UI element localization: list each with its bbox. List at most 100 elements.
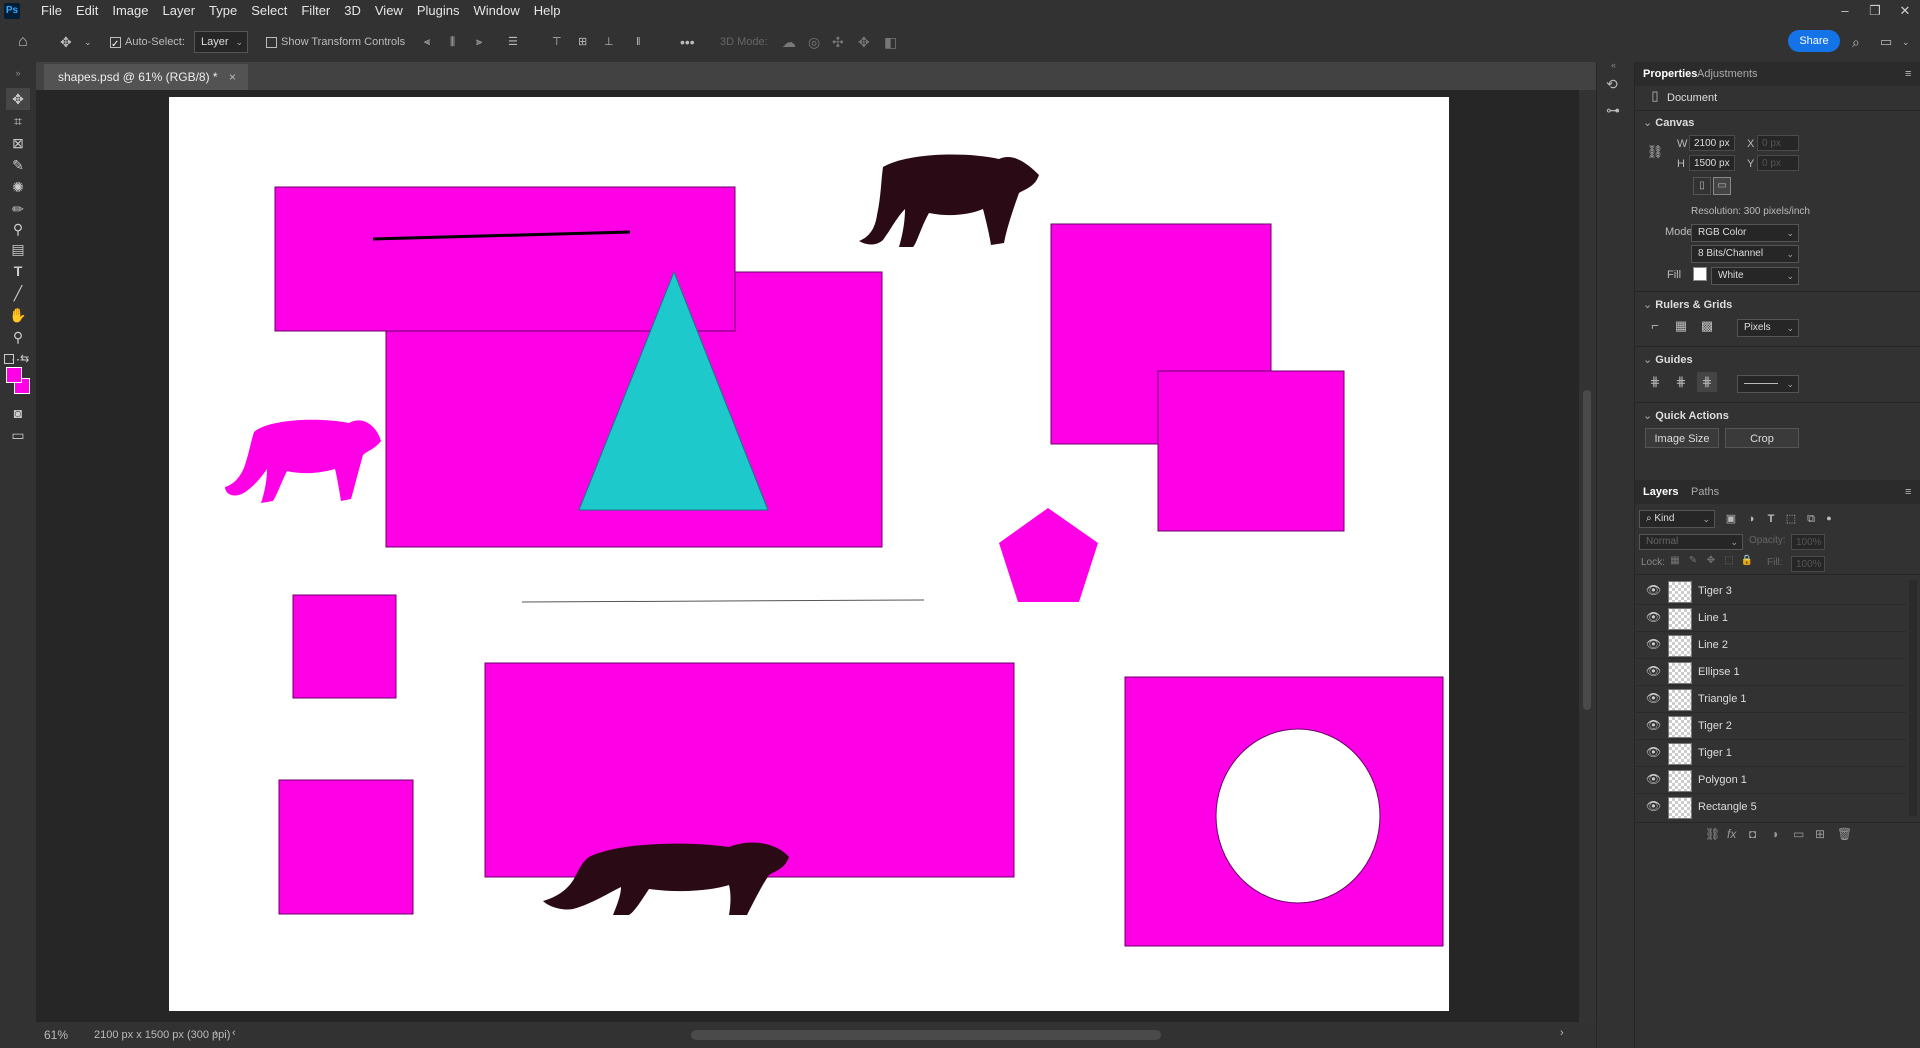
brush-tool-icon[interactable]: ✏	[6, 198, 30, 220]
filter-toggle-icon[interactable]: ●	[1819, 508, 1839, 528]
rulers-grids-section-title[interactable]: Rulers & Grids	[1643, 298, 1732, 311]
lock-artboard-icon[interactable]: ⬚	[1719, 551, 1739, 571]
align-top-icon[interactable]: ⊤	[552, 31, 562, 53]
type-tool-icon[interactable]: T	[6, 260, 30, 282]
screen-mode-icon[interactable]: ▭	[6, 424, 30, 446]
distribute-icon[interactable]: ☰	[508, 31, 518, 53]
ruler-icon[interactable]: ⌐	[1645, 316, 1665, 336]
adjustment-layer-icon[interactable]: ◑	[1771, 827, 1778, 841]
color-mode-dropdown[interactable]: RGB Color ⌄	[1691, 224, 1799, 242]
layer-row[interactable]: 👁 Tiger 3	[1636, 578, 1906, 605]
layer-row[interactable]: 👁 Triangle 1	[1636, 686, 1906, 713]
height-input[interactable]: 1500 px	[1689, 155, 1735, 171]
ruler-units-dropdown[interactable]: Pixels ⌄	[1737, 319, 1799, 337]
tab-paths[interactable]: Paths	[1691, 480, 1719, 504]
history-panel-icon[interactable]: ⟲	[1606, 76, 1626, 96]
portrait-orientation-icon[interactable]: ▯	[1693, 177, 1711, 195]
share-button[interactable]: Share	[1788, 30, 1840, 52]
tiger-1[interactable]	[225, 419, 381, 503]
polygon-1[interactable]	[999, 508, 1098, 602]
opacity-input[interactable]: 100%	[1791, 534, 1825, 550]
landscape-orientation-icon[interactable]: ▭	[1713, 177, 1731, 195]
layers-menu-icon[interactable]: ≡	[1905, 480, 1911, 504]
grid-icon[interactable]: ▦	[1671, 316, 1691, 336]
filter-type-icon[interactable]: T	[1761, 509, 1781, 529]
fill-opacity-input[interactable]: 100%	[1791, 556, 1825, 572]
tiger-3[interactable]	[859, 154, 1039, 247]
slide-3d-icon[interactable]: ✥	[858, 31, 870, 53]
tab-properties[interactable]: Properties	[1643, 62, 1697, 86]
menu-select[interactable]: Select	[244, 0, 294, 22]
status-menu-chevron-icon[interactable]: ›	[214, 1027, 218, 1039]
roll-3d-icon[interactable]: ◎	[808, 31, 820, 53]
canvas-section-title[interactable]: Canvas	[1643, 116, 1694, 129]
bit-depth-dropdown[interactable]: 8 Bits/Channel ⌄	[1691, 245, 1799, 263]
menu-filter[interactable]: Filter	[294, 0, 337, 22]
stamp-tool-icon[interactable]: ⚲	[6, 218, 30, 240]
x-input[interactable]: 0 px	[1757, 135, 1799, 151]
visibility-eye-icon[interactable]: 👁	[1646, 772, 1661, 786]
move-tool-icon[interactable]: ✥	[6, 88, 30, 110]
layer-row[interactable]: 👁 Tiger 1	[1636, 740, 1906, 767]
search-icon[interactable]: ⌕	[1852, 31, 1860, 53]
visibility-eye-icon[interactable]: 👁	[1646, 637, 1661, 651]
visibility-eye-icon[interactable]: 👁	[1646, 664, 1661, 678]
filter-shape-icon[interactable]: ⬚	[1781, 509, 1801, 529]
pixel-grid-icon[interactable]: ▩	[1697, 316, 1717, 336]
scroll-right-icon[interactable]: ›	[1560, 1027, 1564, 1039]
more-options-icon[interactable]: •••	[680, 31, 695, 53]
filter-pixel-icon[interactable]: ▣	[1721, 509, 1741, 529]
collapse-dock-icon[interactable]: «	[1611, 60, 1616, 70]
lock-all-icon[interactable]: 🔒	[1737, 551, 1757, 571]
visibility-eye-icon[interactable]: 👁	[1646, 583, 1661, 597]
canvas-workspace[interactable]	[36, 90, 1579, 1022]
crop-button[interactable]: Crop	[1725, 428, 1799, 448]
line-1[interactable]	[521, 599, 925, 603]
tab-adjustments[interactable]: Adjustments	[1697, 62, 1758, 86]
workspace-chevron-icon[interactable]: ⌄	[1902, 31, 1910, 53]
eyedropper-tool-icon[interactable]: ✎	[6, 154, 30, 176]
visibility-eye-icon[interactable]: 👁	[1646, 610, 1661, 624]
close-tab-icon[interactable]: ×	[229, 70, 236, 84]
y-input[interactable]: 0 px	[1757, 155, 1799, 171]
rectangle-small-2[interactable]	[278, 779, 414, 915]
fill-dropdown[interactable]: White ⌄	[1711, 267, 1799, 285]
visibility-eye-icon[interactable]: 👁	[1646, 745, 1661, 759]
hand-tool-icon[interactable]: ✋	[6, 304, 30, 326]
menu-edit[interactable]: Edit	[69, 0, 105, 22]
layers-scrollbar[interactable]	[1909, 580, 1917, 816]
document-tab[interactable]: shapes.psd @ 61% (RGB/8) * ×	[44, 64, 248, 90]
link-dimensions-icon[interactable]: ⛓	[1645, 142, 1665, 162]
new-guide-icon[interactable]: ⋕	[1671, 372, 1691, 392]
visibility-eye-icon[interactable]: 👁	[1646, 691, 1661, 705]
menu-layer[interactable]: Layer	[156, 0, 203, 22]
lock-pixels-icon[interactable]: ✎	[1683, 551, 1703, 571]
show-transform-checkbox[interactable]: Show Transform Controls	[266, 31, 405, 53]
rectangle-small-1[interactable]	[292, 594, 397, 699]
fill-color-swatch[interactable]	[1693, 267, 1707, 281]
restore-icon[interactable]: ❐	[1860, 0, 1890, 22]
expand-panel-icon[interactable]: »	[6, 62, 30, 84]
visibility-eye-icon[interactable]: 👁	[1646, 799, 1661, 813]
image-size-button[interactable]: Image Size	[1645, 428, 1719, 448]
menu-type[interactable]: Type	[202, 0, 244, 22]
libraries-panel-icon[interactable]: ⊶	[1606, 102, 1626, 122]
filter-adjustment-icon[interactable]: ◑	[1741, 509, 1761, 529]
layer-row[interactable]: 👁 Ellipse 1	[1636, 659, 1906, 686]
lock-position-icon[interactable]: ✥	[1701, 551, 1721, 571]
orbit-3d-icon[interactable]: ☁	[782, 31, 796, 53]
scale-3d-icon[interactable]: ◧	[884, 31, 897, 53]
layer-row[interactable]: 👁 Rectangle 5	[1636, 794, 1906, 820]
guides-icon[interactable]: ⋕	[1645, 372, 1665, 392]
zoom-tool-icon[interactable]: ⚲	[6, 326, 30, 348]
link-layers-icon[interactable]: ⛓	[1705, 827, 1720, 841]
quick-actions-section-title[interactable]: Quick Actions	[1643, 409, 1729, 422]
align-middle-icon[interactable]: ⊞	[578, 31, 587, 53]
frame-tool-icon[interactable]: ⊠	[6, 132, 30, 154]
panel-menu-icon[interactable]: ≡	[1905, 62, 1911, 86]
tool-preset-chevron-icon[interactable]: ⌄	[84, 31, 92, 53]
menu-image[interactable]: Image	[105, 0, 155, 22]
blend-mode-dropdown[interactable]: Normal ⌄	[1639, 534, 1743, 550]
swap-colors-icon[interactable]: ⇆	[20, 352, 29, 365]
auto-select-checkbox[interactable]: Auto-Select:	[110, 31, 185, 56]
